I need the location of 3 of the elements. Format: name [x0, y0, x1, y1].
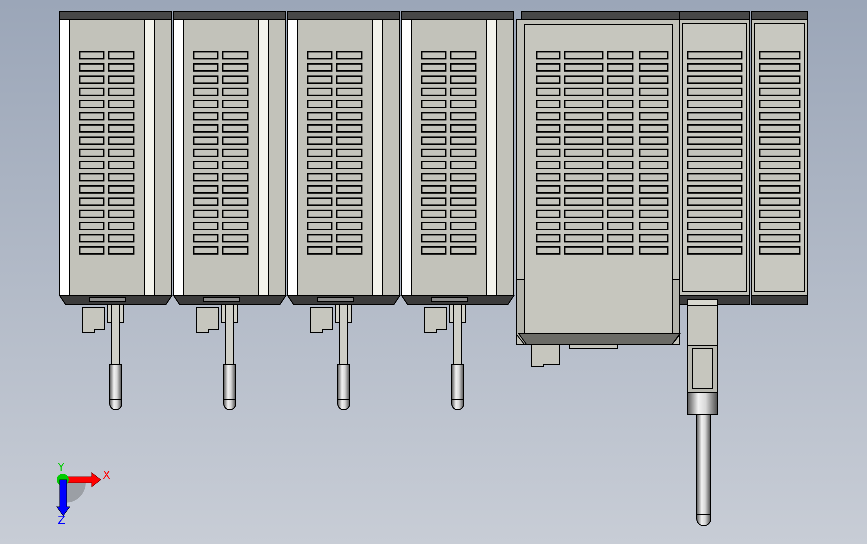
- axis-label: X: [103, 470, 111, 481]
- axis-label: Y: [58, 462, 65, 473]
- axis-label: Z: [58, 515, 66, 526]
